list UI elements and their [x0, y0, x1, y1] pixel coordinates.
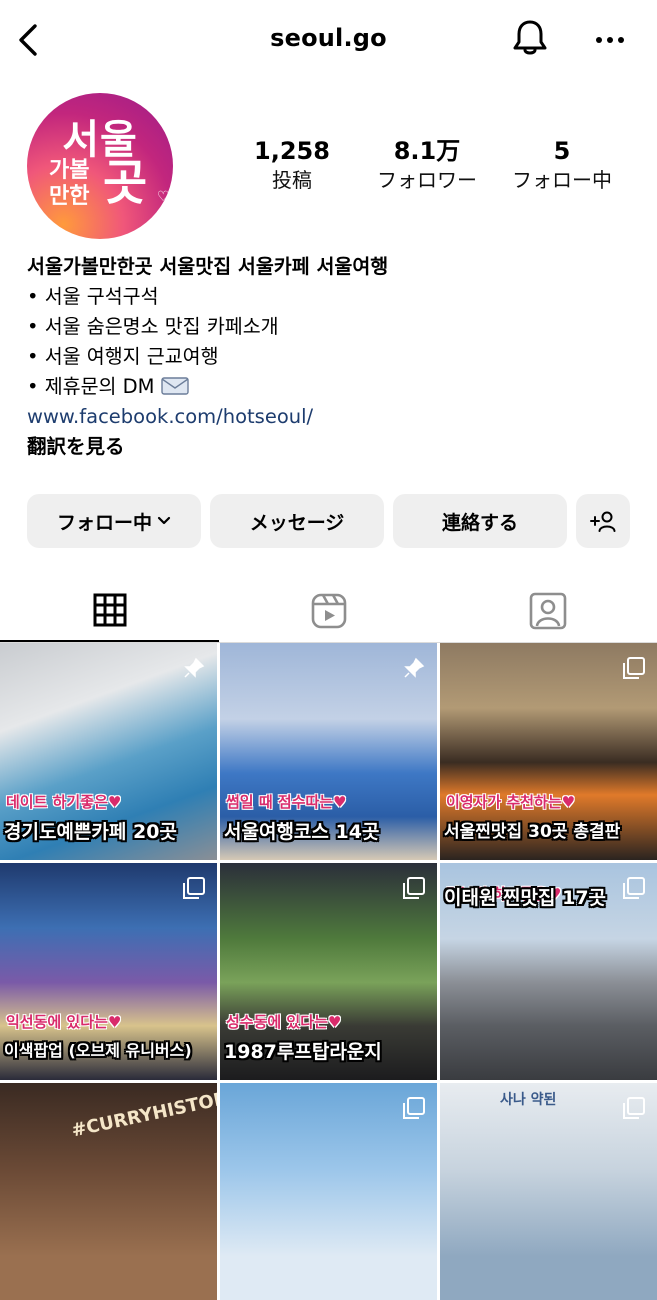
- avatar-text-big: 곳: [103, 155, 148, 211]
- multi-photo-icon: [623, 657, 645, 679]
- posts-label: 投稿: [272, 168, 312, 192]
- pin-icon: [184, 657, 205, 678]
- post-tile[interactable]: [220, 1083, 437, 1300]
- post-caption-small: 성수동에 있다는♥: [226, 1013, 342, 1031]
- tab-reels[interactable]: [219, 580, 438, 642]
- tagged-icon: [529, 592, 566, 630]
- tab-posts-grid[interactable]: [0, 580, 219, 642]
- following-stat[interactable]: 5 フォロー中: [502, 136, 622, 194]
- posts-grid: 데이트 하기좋은♥ 경기도예쁜카페 20곳 썸일 때 점수따는♥ 서울여행코스 …: [0, 643, 657, 1300]
- bio-line: • 서울 숨은명소 맛집 카페소개: [27, 315, 279, 338]
- profile-username: seoul.go: [270, 24, 387, 52]
- avatar-text-line3: 만한: [49, 184, 90, 209]
- chevron-down-icon: [157, 516, 171, 525]
- post-caption-large: 서울여행코스 14곳: [224, 821, 380, 843]
- more-options-button[interactable]: [588, 20, 632, 60]
- following-button[interactable]: フォロー中: [27, 494, 201, 548]
- notifications-button[interactable]: [508, 16, 552, 60]
- message-button[interactable]: メッセージ: [210, 494, 384, 548]
- bio-line: • 서울 구석구석: [27, 285, 159, 308]
- message-button-label: メッセージ: [249, 511, 345, 534]
- multi-photo-icon: [623, 1097, 645, 1119]
- profile-tabs: [0, 580, 657, 643]
- post-sign-text: 사나 약된: [500, 1092, 557, 1108]
- tab-tagged[interactable]: [438, 580, 657, 642]
- post-tile[interactable]: 썸일 때 점수따는♥ 서울여행코스 14곳: [220, 643, 437, 860]
- following-count: 5: [553, 137, 571, 165]
- followers-count: 8.1万: [393, 137, 461, 165]
- post-caption-large: 1987루프탑라운지: [224, 1041, 382, 1063]
- post-tile[interactable]: #CURRYHISTORY: [0, 1083, 217, 1300]
- top-bar: seoul.go: [0, 0, 657, 80]
- grid-icon: [93, 593, 126, 627]
- avatar-text-line2: 가볼: [49, 158, 90, 183]
- see-translation-link[interactable]: 翻訳を見る: [27, 432, 627, 462]
- post-tile[interactable]: 익선동에 있다는♥ 이색팝업 (오브제 유니버스): [0, 863, 217, 1080]
- envelope-icon: [161, 377, 189, 395]
- multi-photo-icon: [623, 877, 645, 899]
- post-caption-large: 경기도예쁜카페 20곳: [4, 821, 177, 843]
- post-caption-large: 이색팝업 (오브제 유니버스): [4, 1041, 192, 1060]
- contact-button[interactable]: 連絡する: [393, 494, 567, 548]
- following-label: フォロー中: [512, 168, 612, 192]
- post-caption-large: 이태원 찐맛집 17곳: [444, 887, 607, 909]
- multi-photo-icon: [403, 1097, 425, 1119]
- post-tile[interactable]: 데이트 하기좋은♥ 경기도예쁜카페 20곳: [0, 643, 217, 860]
- post-tile[interactable]: 먹부림 하기좋은♥ 이태원 찐맛집 17곳: [440, 863, 657, 1080]
- post-caption-small: 이영자가 추천하는♥: [446, 793, 576, 811]
- post-sign-text: #CURRYHISTORY: [69, 1085, 217, 1142]
- avatar-heart: ♡: [157, 189, 170, 205]
- bio-line: • 서울 여행지 근교여행: [27, 345, 219, 368]
- reels-icon: [311, 593, 346, 629]
- multi-photo-icon: [183, 877, 205, 899]
- post-tile[interactable]: 사나 약된: [440, 1083, 657, 1300]
- profile-bio: 서울가볼만한곳 서울맛집 서울카페 서울여행 • 서울 구석구석 • 서울 숨은…: [27, 252, 627, 462]
- post-caption-small: 익선동에 있다는♥: [6, 1013, 122, 1031]
- post-tile[interactable]: 이영자가 추천하는♥ 서울찐맛집 30곳 총결판: [440, 643, 657, 860]
- profile-actions: フォロー中 メッセージ 連絡する: [27, 494, 630, 548]
- post-caption-large: 서울찐맛집 30곳 총결판: [444, 822, 621, 842]
- bio-title: 서울가볼만한곳 서울맛집 서울카페 서울여행: [27, 255, 389, 278]
- multi-photo-icon: [403, 877, 425, 899]
- bio-link[interactable]: www.facebook.com/hotseoul/: [27, 402, 627, 432]
- suggested-users-button[interactable]: [576, 494, 630, 548]
- bio-line-dm: • 제휴문의 DM: [27, 372, 627, 402]
- more-dots-icon: [596, 37, 624, 43]
- post-caption-small: 데이트 하기좋은♥: [6, 793, 122, 811]
- avatar-text-seoul: 서울: [62, 117, 138, 163]
- contact-button-label: 連絡する: [441, 511, 518, 534]
- add-person-icon: [590, 511, 616, 532]
- posts-count: 1,258: [254, 137, 330, 165]
- posts-stat[interactable]: 1,258 投稿: [232, 136, 352, 194]
- post-tile[interactable]: 성수동에 있다는♥ 1987루프탑라운지: [220, 863, 437, 1080]
- bell-icon: [513, 20, 547, 55]
- following-button-label: フォロー中: [56, 511, 152, 534]
- profile-avatar[interactable]: 서울 가볼 만한 곳 ♡: [27, 93, 173, 239]
- followers-label: フォロワー: [377, 168, 477, 192]
- followers-stat[interactable]: 8.1万 フォロワー: [367, 136, 487, 194]
- bio-line: • 제휴문의 DM: [27, 375, 155, 398]
- post-caption-small: 썸일 때 점수따는♥: [226, 793, 347, 811]
- pin-icon: [404, 657, 425, 678]
